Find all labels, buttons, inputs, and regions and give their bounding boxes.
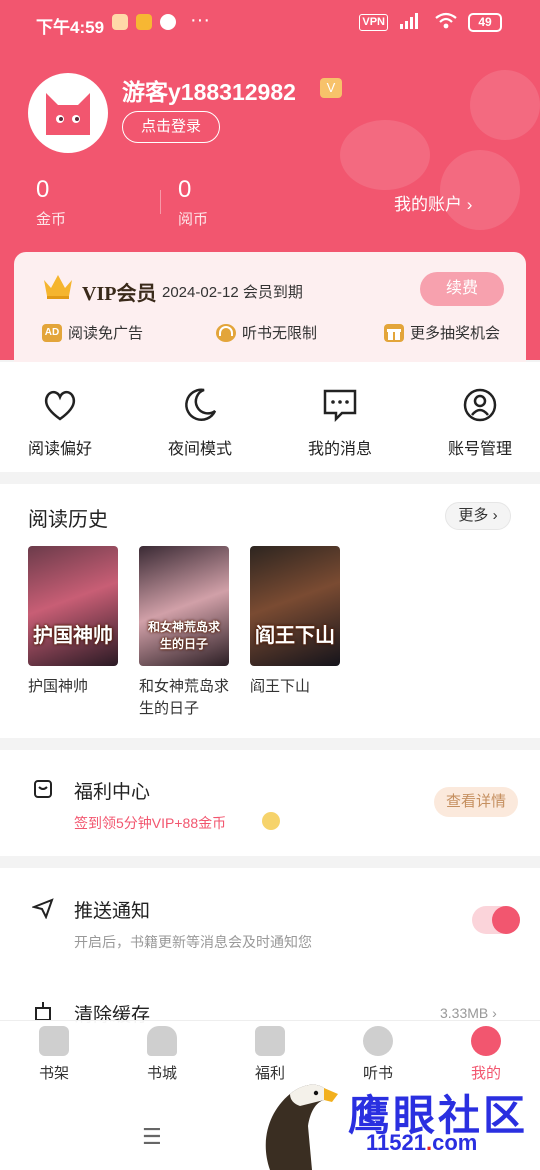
bookshelf-icon <box>39 1026 69 1056</box>
tab-mine[interactable]: 我的 <box>432 1026 540 1083</box>
eagle-logo-icon <box>265 1084 338 1170</box>
watermark-url-part: com <box>432 1130 478 1155</box>
perk-label: 阅读免广告 <box>68 325 144 342</box>
book-item[interactable]: 和女神荒岛求生的日子 和女神荒岛求生的日子 <box>139 546 229 720</box>
history-title: 阅读历史 <box>28 509 108 531</box>
status-time: 下午4:59 <box>36 18 105 37</box>
username: 游客y188312982 <box>122 79 296 105</box>
gold-label: 金币 <box>36 211 67 228</box>
toggle-knob <box>492 906 520 934</box>
quick-night-mode[interactable]: 夜间模式 <box>140 385 260 459</box>
login-button[interactable]: 点击登录 <box>122 111 220 143</box>
user-icon <box>463 388 497 422</box>
tab-label: 书架 <box>38 1065 69 1082</box>
vip-badge-icon: V <box>320 78 342 98</box>
history-more-button[interactable]: 更多 › <box>445 502 511 530</box>
quick-label: 夜间模式 <box>167 441 232 458</box>
ad-icon: AD <box>42 323 62 342</box>
status-right: VPN 49 <box>359 12 502 33</box>
wifi-icon <box>434 12 458 33</box>
home-icon <box>147 1026 177 1056</box>
app-notification-icon <box>136 14 152 30</box>
cover-title: 护国神帅 <box>33 623 113 647</box>
book-title: 和女神荒岛求生的日子 <box>139 678 230 717</box>
renew-button[interactable]: 续费 <box>420 272 504 306</box>
book-item[interactable]: 护国神帅 护国神帅 <box>28 546 118 698</box>
menu-icon[interactable]: ☰ <box>142 1124 162 1150</box>
welfare-title: 福利中心 <box>74 782 151 803</box>
book-cover: 护国神帅 <box>28 546 118 666</box>
cache-size: 3.33MB › <box>440 1005 497 1021</box>
send-icon <box>32 898 54 919</box>
avatar[interactable] <box>28 73 108 153</box>
welfare-subtitle: 签到领5分钟VIP+88金币 <box>74 815 227 831</box>
perk-no-ads: AD 阅读免广告 <box>42 322 143 343</box>
gift-icon <box>384 323 404 342</box>
message-icon <box>323 389 357 423</box>
tab-label: 我的 <box>470 1065 501 1082</box>
push-subtitle: 开启后，书籍更新等消息会及时通知您 <box>74 934 312 950</box>
app-notification-icon <box>160 14 176 30</box>
cat-avatar-icon <box>46 93 90 135</box>
perk-lottery: 更多抽奖机会 <box>384 322 500 343</box>
tab-label: 书城 <box>146 1065 177 1082</box>
battery-icon: 49 <box>468 13 502 32</box>
more-notifications-icon: ··· <box>190 9 210 31</box>
moon-icon <box>185 388 217 421</box>
quick-messages[interactable]: 我的消息 <box>280 385 400 459</box>
quick-account-manage[interactable]: 账号管理 <box>420 385 540 459</box>
quick-label: 我的消息 <box>307 441 372 458</box>
coin-icon <box>262 812 280 830</box>
header-decoration <box>340 120 430 190</box>
cover-title: 和女神荒岛求生的日子 <box>147 620 220 651</box>
broom-icon <box>35 1002 51 1021</box>
book-cover: 阎王下山 <box>250 546 340 666</box>
book-title: 护国神帅 <box>28 678 89 695</box>
signal-icon <box>398 12 424 33</box>
vpn-icon: VPN <box>359 14 388 31</box>
vip-expiry: 2024-02-12 会员到期 <box>162 284 303 301</box>
heart-icon <box>44 390 76 421</box>
wallet-icon <box>34 780 52 798</box>
tab-bookshelf[interactable]: 书架 <box>0 1026 108 1083</box>
cover-title: 阎王下山 <box>255 623 335 647</box>
book-item[interactable]: 阎王下山 阎王下山 <box>250 546 340 698</box>
my-account-link[interactable]: 我的账户 › <box>394 190 472 215</box>
read-coin-label: 阅币 <box>178 211 209 228</box>
crown-icon <box>44 275 72 299</box>
status-bar: 下午4:59 ··· VPN 49 <box>0 0 540 48</box>
push-title: 推送通知 <box>74 901 151 922</box>
push-toggle[interactable] <box>472 906 520 934</box>
profile-icon <box>471 1026 501 1056</box>
headphone-icon <box>363 1026 393 1056</box>
notification-icon <box>112 14 128 30</box>
book-title: 阎王下山 <box>250 678 311 695</box>
stats-divider <box>160 190 161 214</box>
watermark-url-part: 11521 <box>366 1130 426 1155</box>
vip-title: VIP会员 <box>82 283 157 305</box>
read-coin-value: 0 <box>178 176 192 203</box>
gift-icon <box>255 1026 285 1056</box>
headphone-icon <box>216 323 236 342</box>
welfare-detail-button[interactable]: 查看详情 <box>434 787 518 817</box>
perk-label: 听书无限制 <box>242 325 318 342</box>
watermark-url: 11521.com <box>366 1130 477 1156</box>
gold-value: 0 <box>36 176 50 203</box>
header-decoration <box>470 70 540 140</box>
quick-label: 账号管理 <box>447 441 512 458</box>
tab-bookstore[interactable]: 书城 <box>108 1026 216 1083</box>
quick-reading-preference[interactable]: 阅读偏好 <box>0 385 120 459</box>
perk-audiobook: 听书无限制 <box>216 322 317 343</box>
vip-card[interactable] <box>14 252 526 362</box>
quick-label: 阅读偏好 <box>27 441 92 458</box>
book-cover: 和女神荒岛求生的日子 <box>139 546 229 666</box>
perk-label: 更多抽奖机会 <box>410 325 501 342</box>
